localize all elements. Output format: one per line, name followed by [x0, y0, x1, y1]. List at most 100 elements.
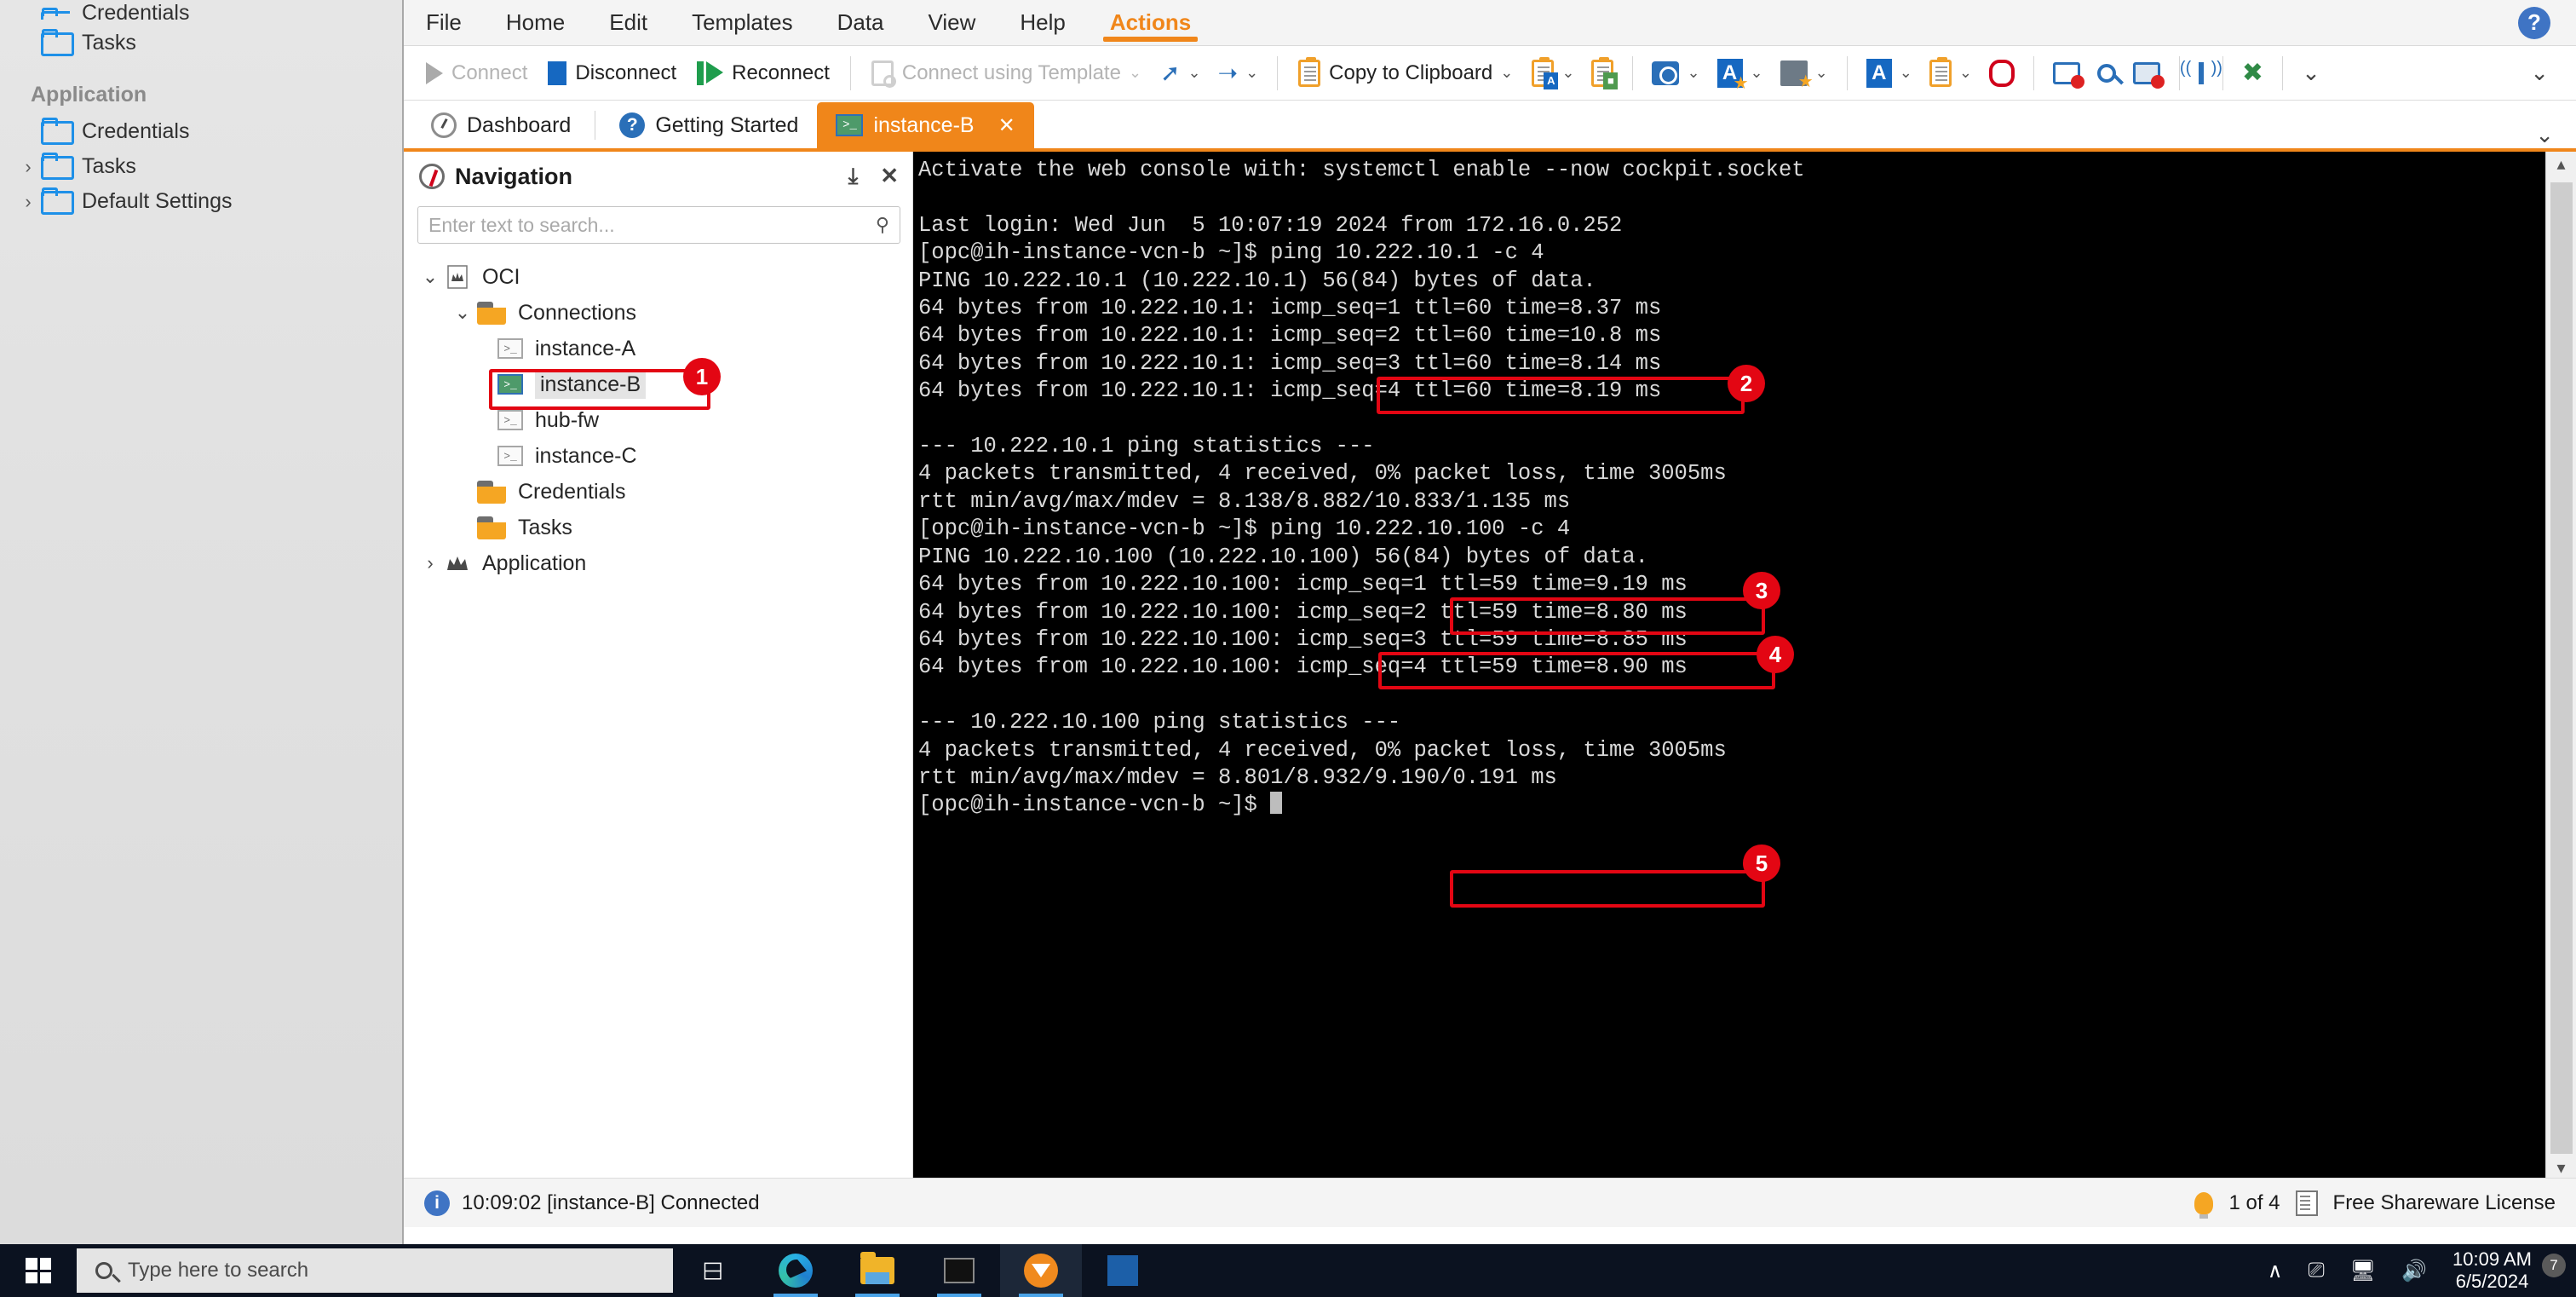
broadcast-button[interactable]	[2180, 51, 2222, 95]
show-hidden-icons-button[interactable]: ∧	[2268, 1259, 2283, 1283]
search-icon	[2096, 63, 2116, 83]
log-record-button[interactable]	[2125, 51, 2169, 95]
tree-label: Credentials	[518, 479, 626, 504]
chevron-down-icon[interactable]: ⌄	[448, 302, 477, 324]
scrollbar-thumb[interactable]	[2550, 182, 2573, 1154]
tabstrip-overflow-button[interactable]: ⌄	[2535, 122, 2576, 148]
antenna-icon	[2180, 59, 2222, 84]
tree-node-instance-c[interactable]: >_ instance-C	[404, 438, 912, 474]
favorite-text-button[interactable]: A ★ ⌄	[1709, 51, 1772, 95]
search-input[interactable]	[428, 213, 876, 237]
tree-node-hub-fw[interactable]: >_ hub-fw	[404, 402, 912, 438]
favorite-window-button[interactable]: ★ ⌄	[1772, 51, 1837, 95]
disconnect-button[interactable]: Disconnect	[538, 51, 687, 95]
task-view-icon: ◫	[701, 1260, 727, 1282]
tree-label: hub-fw	[535, 407, 600, 432]
edge-button[interactable]	[755, 1244, 837, 1297]
chevron-right-icon[interactable]: ›	[15, 191, 41, 213]
paste-text-button[interactable]: A ⌄	[1523, 51, 1583, 95]
status-message: 10:09:02 [instance-B] Connected	[462, 1190, 760, 1214]
notification-count: 7	[2542, 1254, 2566, 1277]
sidebar-item-tasks[interactable]: › Tasks	[0, 149, 402, 184]
outer-sidebar-panel: Credentials Tasks Application Credential…	[0, 0, 404, 1244]
pin-icon[interactable]: ⤓	[848, 163, 859, 190]
menu-file[interactable]: File	[404, 0, 484, 45]
file-explorer-button[interactable]	[837, 1244, 918, 1297]
menu-data[interactable]: Data	[815, 0, 906, 45]
chevron-right-icon[interactable]: ›	[15, 156, 41, 178]
toolbar-more-button[interactable]: ⌄	[2293, 51, 2329, 95]
menu-home[interactable]: Home	[484, 0, 587, 45]
tree-node-tasks[interactable]: Tasks	[404, 510, 912, 545]
clock[interactable]: 10:09 AM 6/5/2024	[2452, 1248, 2532, 1293]
sidebar-item-credentials-top[interactable]: Credentials	[0, 0, 402, 26]
paste-image-button[interactable]: ■	[1583, 51, 1622, 95]
app-root: Credentials Tasks Application Credential…	[0, 0, 2576, 1297]
mremoteng-icon	[1024, 1254, 1058, 1288]
tree-node-credentials[interactable]: Credentials	[404, 474, 912, 510]
connect-button[interactable]: Connect	[416, 51, 538, 95]
command-prompt-button[interactable]	[918, 1244, 1000, 1297]
stop-macro-button[interactable]	[1981, 51, 2023, 95]
network-icon[interactable]: 🖥	[2350, 1259, 2376, 1283]
active-indicator	[937, 1294, 981, 1297]
reconnect-button[interactable]: Reconnect	[687, 51, 840, 95]
outer-sidebar-tree: Credentials Tasks Application Credential…	[0, 0, 402, 219]
info-icon: i	[424, 1190, 450, 1216]
disconnect-display-button[interactable]	[2044, 51, 2089, 95]
menu-edit[interactable]: Edit	[587, 0, 670, 45]
chevron-down-icon: ⌄	[1814, 64, 1828, 81]
send-text-button[interactable]: A ⌄	[1858, 51, 1921, 95]
putty-icon	[1107, 1255, 1138, 1286]
sidebar-item-tasks-top[interactable]: Tasks	[0, 26, 402, 61]
menu-view[interactable]: View	[906, 0, 998, 45]
shuffle-button[interactable]: ✖	[2234, 51, 2272, 95]
sidebar-item-credentials[interactable]: Credentials	[0, 114, 402, 149]
menu-templates[interactable]: Templates	[670, 0, 815, 45]
taskbar-search[interactable]: Type here to search	[77, 1248, 673, 1293]
sidebar-item-default-settings[interactable]: › Default Settings	[0, 184, 402, 219]
menu-help[interactable]: Help	[998, 0, 1087, 45]
tab-getting-started[interactable]: ? Getting Started	[601, 102, 817, 148]
tree-node-instance-b[interactable]: >_ instance-B	[404, 366, 912, 402]
scroll-up-icon[interactable]: ▴	[2556, 152, 2565, 181]
find-button[interactable]	[2089, 51, 2125, 95]
volume-muted-icon[interactable]: 🔊	[2401, 1259, 2427, 1283]
sidebar-label: Credentials	[82, 1, 190, 25]
terminal-output[interactable]: Activate the web console with: systemctl…	[913, 152, 2576, 1185]
external-tool-button[interactable]: ➚ ⌄	[1152, 51, 1210, 95]
search-box[interactable]: ⚲	[417, 206, 900, 244]
connect-template-label: Connect using Template	[901, 61, 1121, 84]
screenshot-button[interactable]: ⌄	[1643, 51, 1708, 95]
close-icon[interactable]: ✕	[998, 113, 1015, 138]
search-icon[interactable]: ⚲	[876, 214, 889, 236]
copy-to-clipboard-button[interactable]: Copy to Clipboard ⌄	[1288, 51, 1523, 95]
send-clipboard-button[interactable]: ⌄	[1921, 51, 1981, 95]
chevron-down-icon[interactable]: ⌄	[416, 266, 445, 288]
connect-using-template-button[interactable]: Connect using Template ⌄	[861, 51, 1152, 95]
menu-actions[interactable]: Actions	[1088, 0, 1213, 45]
onedrive-sync-icon[interactable]: ⎚	[2308, 1259, 2324, 1283]
file-explorer-icon	[860, 1252, 894, 1284]
toolbar-overflow-button[interactable]: ⌄	[2515, 60, 2564, 86]
toolbar-divider	[1846, 55, 1848, 90]
close-icon[interactable]: ✕	[880, 163, 899, 190]
tree-label: OCI	[482, 264, 520, 289]
mremoteng-button[interactable]	[1000, 1244, 1082, 1297]
external-tool-alt-button[interactable]: ➝ ⌄	[1210, 51, 1268, 95]
terminal-scrollbar[interactable]: ▴ ▾	[2545, 152, 2576, 1185]
tree-node-oci[interactable]: ⌄ OCI	[404, 259, 912, 295]
chevron-right-icon[interactable]: ›	[416, 552, 445, 574]
help-icon[interactable]: ?	[2518, 6, 2550, 39]
tree-node-connections[interactable]: ⌄ Connections	[404, 295, 912, 331]
putty-button[interactable]	[1082, 1244, 1164, 1297]
task-view-button[interactable]: ◫	[673, 1244, 755, 1297]
tree-node-instance-a[interactable]: >_ instance-A	[404, 331, 912, 366]
tab-dashboard[interactable]: Dashboard	[412, 102, 589, 148]
start-button[interactable]	[0, 1244, 77, 1297]
terminal-small-icon: >_	[497, 410, 523, 430]
tree-node-application[interactable]: › Application	[404, 545, 912, 581]
tree-label: Tasks	[518, 515, 572, 539]
annotation-number-4: 4	[1757, 636, 1794, 673]
tab-instance-b[interactable]: >_ instance-B ✕	[817, 102, 1034, 148]
